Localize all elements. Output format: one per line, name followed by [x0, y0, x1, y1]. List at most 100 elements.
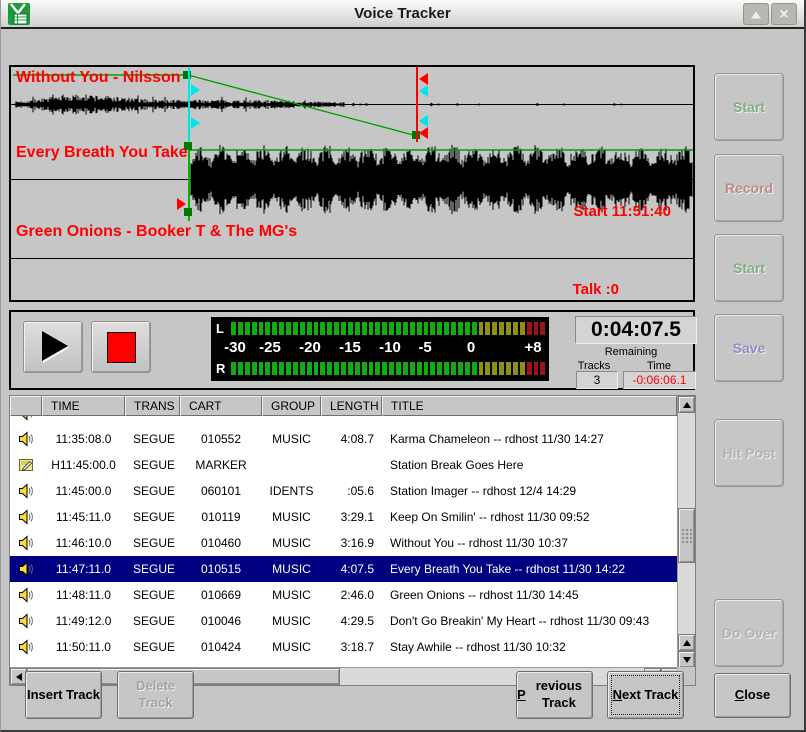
track-1-title: Without You - Nilsson — [16, 69, 181, 87]
cell-length: 3:16.9 — [321, 536, 382, 550]
table-row[interactable] — [10, 416, 677, 426]
column-header-cart[interactable]: CART — [180, 396, 262, 416]
table-row[interactable]: 11:46:10.0 SEGUE 010460 MUSIC 3:16.9 Wit… — [10, 530, 677, 556]
insert-track-button[interactable]: Insert Track — [25, 671, 102, 719]
column-header-title[interactable]: TITLE — [382, 396, 677, 416]
cell-cart: 010515 — [180, 562, 262, 576]
cell-title: Karma Chameleon -- rdhost 11/30 14:27 — [382, 432, 677, 446]
right-meter-bar — [231, 362, 545, 375]
stop-button[interactable] — [91, 321, 151, 373]
track-end-line[interactable] — [416, 67, 418, 142]
scroll-up-button[interactable] — [678, 634, 695, 651]
scroll-up-button[interactable] — [678, 396, 695, 413]
column-header-group[interactable]: GROUP — [262, 396, 321, 416]
segue-start-line[interactable] — [188, 67, 190, 142]
marker-icon — [18, 457, 34, 473]
column-header-trans[interactable]: TRANS — [125, 396, 180, 416]
cell-group: IDENTS — [262, 484, 321, 498]
meter-scale-tick: -15 — [339, 339, 361, 356]
table-row[interactable]: 11:50:11.0 SEGUE 010424 MUSIC 3:18.7 Sta… — [10, 634, 677, 660]
time-remaining-value: -0:06:06.1 — [623, 371, 696, 389]
meter-scale-tick: +8 — [524, 339, 541, 356]
record-button[interactable]: Record — [714, 154, 784, 222]
play-button[interactable] — [23, 321, 83, 373]
table-row[interactable]: H11:45:00.0 SEGUE MARKER Station Break G… — [10, 452, 677, 478]
next-track-button[interactable]: Next Track — [607, 671, 684, 719]
title-bar[interactable]: Voice Tracker ✕ — [1, 0, 804, 29]
table-row[interactable]: 11:49:12.0 SEGUE 010046 MUSIC 4:29.5 Don… — [10, 608, 677, 634]
cell-trans: SEGUE — [125, 614, 180, 628]
marker-triangle-icon[interactable] — [191, 117, 200, 129]
start-track1-button[interactable]: Start — [714, 73, 784, 141]
cell-group: MUSIC — [262, 432, 321, 446]
delete-track-button[interactable]: Delete Track — [117, 671, 194, 719]
waveform-panel-3[interactable]: Green Onions - Booker T & The MG's Talk … — [9, 221, 695, 302]
marker-triangle-icon[interactable] — [419, 115, 428, 127]
start-track2-button[interactable]: Start — [714, 234, 784, 302]
waveform-panel-1[interactable]: Without You - Nilsson — [9, 65, 695, 144]
cell-trans: SEGUE — [125, 510, 180, 524]
cell-group: MUSIC — [262, 536, 321, 550]
cell-title: Green Onions -- rdhost 11/30 14:45 — [382, 588, 677, 602]
cell-length: 3:18.7 — [321, 640, 382, 654]
cell-title: Station Break Goes Here — [382, 458, 677, 472]
speaker-icon — [18, 431, 34, 447]
cell-time: 11:47:11.0 — [42, 562, 125, 576]
stop-icon — [107, 332, 136, 363]
marker-triangle-icon[interactable] — [419, 85, 428, 97]
meter-scale-tick: -5 — [418, 339, 431, 356]
table-row[interactable]: 11:45:00.0 SEGUE 060101 IDENTS :05.6 Sta… — [10, 478, 677, 504]
cell-group: MUSIC — [262, 562, 321, 576]
cell-trans: SEGUE — [125, 484, 180, 498]
cell-trans: SEGUE — [125, 432, 180, 446]
cell-length: 2:46.0 — [321, 588, 382, 602]
marker-triangle-icon[interactable] — [177, 198, 186, 210]
cell-cart: 010552 — [180, 432, 262, 446]
zero-line — [11, 258, 693, 259]
vertical-scrollbar[interactable] — [677, 396, 695, 668]
meter-scale-tick: -25 — [259, 339, 281, 356]
cell-time: 11:45:11.0 — [42, 510, 125, 524]
save-button[interactable]: Save — [714, 314, 784, 382]
marker-triangle-icon[interactable] — [419, 73, 428, 85]
do-over-button[interactable]: Do Over — [714, 599, 784, 667]
scroll-down-button[interactable] — [678, 651, 695, 668]
column-header-length[interactable]: LENGTH — [321, 396, 382, 416]
close-x-icon: ✕ — [779, 8, 790, 21]
play-icon — [42, 331, 68, 361]
cell-title: Without You -- rdhost 11/30 10:37 — [382, 536, 677, 550]
cell-time: 11:35:08.0 — [42, 432, 125, 446]
meter-scale-tick: -10 — [379, 339, 401, 356]
cell-time: 11:45:00.0 — [42, 484, 125, 498]
table-viewport: 11:35:08.0 SEGUE 010552 MUSIC 4:08.7 Kar… — [10, 416, 677, 668]
table-header[interactable]: TIME TRANS CART GROUP LENGTH TITLE — [10, 396, 677, 416]
hit-post-button[interactable]: Hit Post — [714, 419, 784, 487]
previous-track-button[interactable]: Previous Track — [516, 671, 593, 719]
cell-length: 4:07.5 — [321, 562, 382, 576]
tracks-remaining-value: 3 — [576, 371, 618, 389]
table-row[interactable]: 11:48:11.0 SEGUE 010669 MUSIC 2:46.0 Gre… — [10, 582, 677, 608]
cell-group: MUSIC — [262, 588, 321, 602]
column-header-icon[interactable] — [10, 396, 42, 416]
left-channel-label: L — [216, 322, 224, 335]
elapsed-time-display: 0:04:07.5 — [575, 316, 697, 344]
marker-triangle-icon[interactable] — [419, 127, 428, 139]
marker-triangle-icon[interactable] — [191, 84, 200, 96]
cell-cart: 010669 — [180, 588, 262, 602]
shade-window-button[interactable] — [743, 3, 769, 25]
vertical-scrollbar-thumb[interactable] — [678, 508, 695, 563]
table-row[interactable]: 11:45:11.0 SEGUE 010119 MUSIC 3:29.1 Kee… — [10, 504, 677, 530]
speaker-icon — [18, 639, 34, 655]
table-row[interactable]: 11:47:11.0 SEGUE 010515 MUSIC 4:07.5 Eve… — [10, 556, 677, 582]
speaker-icon — [18, 561, 34, 577]
audio-level-meter: L -30 -25 -20 -15 -10 -5 0 +8 R — [211, 317, 549, 381]
track-3-title: Green Onions - Booker T & The MG's — [16, 223, 297, 241]
waveform-panel-2[interactable]: Every Breath You Take Start 11:51:40 — [9, 142, 695, 223]
close-button[interactable]: Close — [714, 673, 791, 718]
table-row[interactable]: 11:35:08.0 SEGUE 010552 MUSIC 4:08.7 Kar… — [10, 426, 677, 452]
speaker-icon — [18, 587, 34, 603]
column-header-time[interactable]: TIME — [42, 396, 125, 416]
cell-cart: MARKER — [180, 458, 262, 472]
close-window-button[interactable]: ✕ — [771, 3, 797, 25]
cell-cart: 010424 — [180, 640, 262, 654]
